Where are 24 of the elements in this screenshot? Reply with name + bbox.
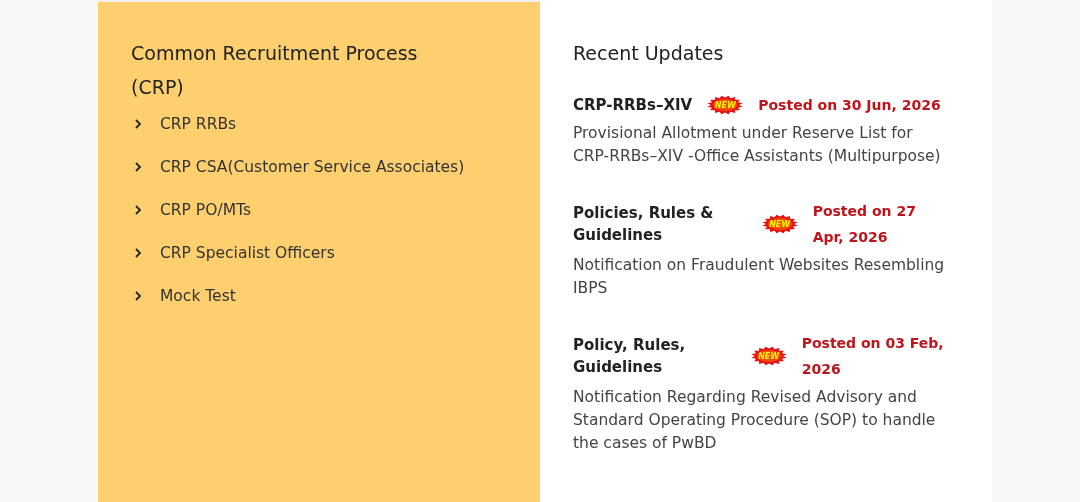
panel-title: Common Recruitment Process (CRP) — [131, 41, 419, 100]
crp-link[interactable]: Mock Test — [131, 286, 508, 306]
crp-link[interactable]: CRP Specialist Officers — [131, 243, 508, 263]
chevron-icon — [134, 205, 142, 215]
chevron-icon — [134, 248, 142, 258]
new-badge: NEW — [749, 346, 788, 366]
new-badge: NEW — [706, 95, 745, 115]
posted-date: Posted on 30 Jun, 2026 — [758, 96, 941, 115]
posted-date: Posted on 27 Apr, 2026 — [812, 202, 917, 247]
crp-link[interactable]: CRP PO/MTs — [131, 200, 508, 220]
crp-link[interactable]: CRP RRBs — [131, 114, 508, 134]
posted-date: Posted on 03 Feb, 2026 — [801, 334, 945, 379]
crp-link[interactable]: CRP CSA(Customer Service Associates) — [131, 157, 508, 177]
update-text[interactable]: Provisional Allotment under Reserve List for CRP-RRBs–XIV -Office Assistants (Multipurpose) — [573, 122, 948, 168]
update-title[interactable]: Policy, Rules, Guidelines — [573, 334, 736, 378]
update-text[interactable]: Notification Regarding Revised Advisory and Standard Operating Procedure (SOP) to handle the cases of PwBD — [573, 386, 948, 455]
chevron-icon — [134, 291, 142, 301]
new-badge: NEW — [760, 214, 799, 234]
update-text[interactable]: Notification on Fraudulent Websites Resembling IBPS — [573, 254, 948, 300]
panel-title: Recent Updates — [573, 41, 725, 66]
update-title[interactable]: Policies, Rules & Guidelines — [573, 202, 747, 246]
chevron-icon — [134, 119, 142, 129]
chevron-icon — [134, 162, 142, 172]
update-title[interactable]: CRP-RRBs–XIV — [573, 94, 693, 116]
